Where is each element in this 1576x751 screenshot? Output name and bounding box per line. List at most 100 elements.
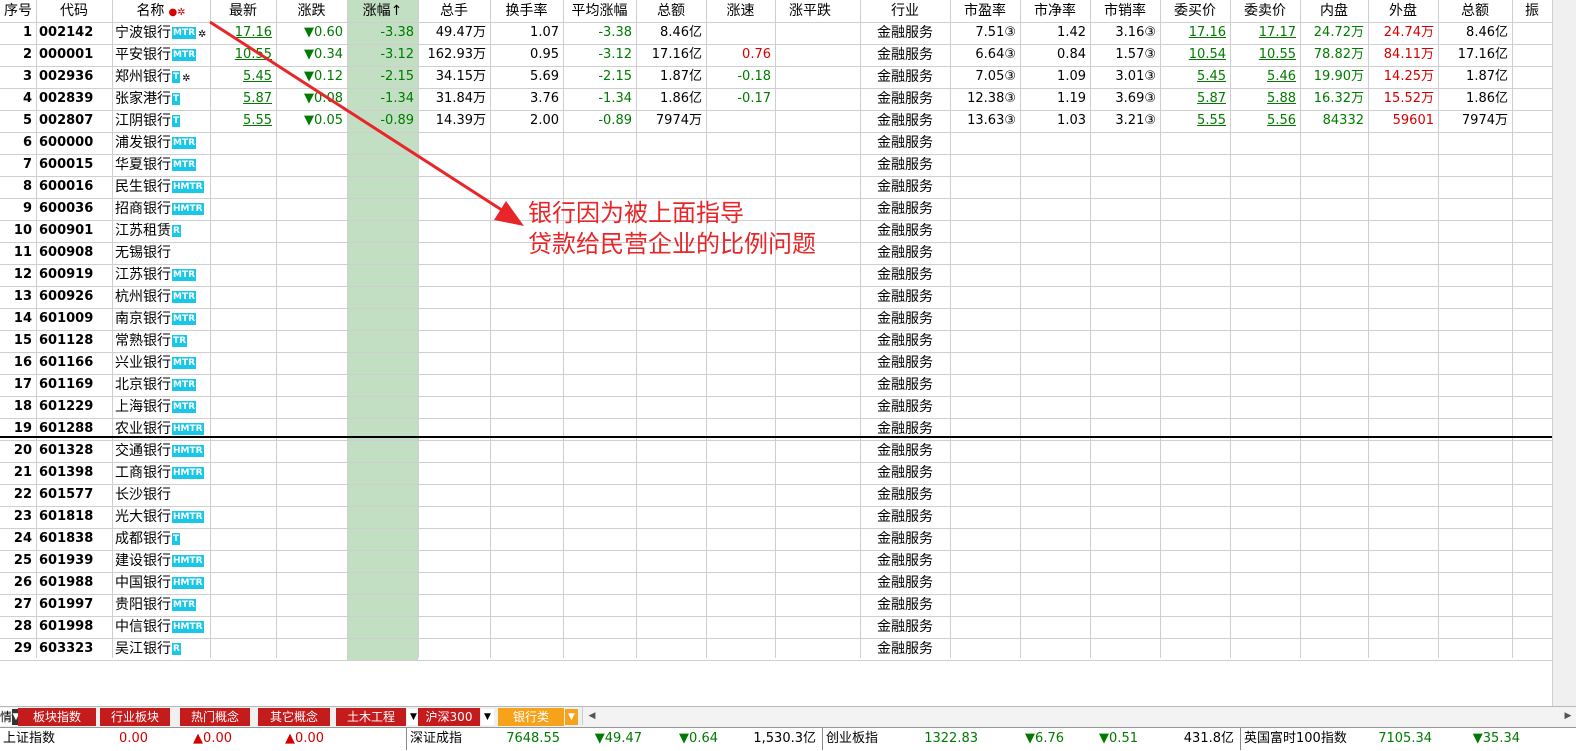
stock-name[interactable]: 中国银行 HMTR bbox=[112, 572, 210, 594]
header-turnover[interactable]: 换手率 bbox=[490, 0, 563, 22]
header-name[interactable]: 名称 ●✲ bbox=[112, 0, 210, 22]
stock-code[interactable]: 601288 bbox=[36, 418, 112, 440]
stock-code[interactable]: 600901 bbox=[36, 220, 112, 242]
stock-name[interactable]: 交通银行 HMTR bbox=[112, 440, 210, 462]
stock-code[interactable]: 601818 bbox=[36, 506, 112, 528]
stock-name[interactable]: 宁波银行 MTR ✲ bbox=[112, 22, 210, 44]
stock-name[interactable]: 吴江银行 R bbox=[112, 638, 210, 660]
header-gap[interactable] bbox=[845, 0, 860, 22]
stock-code[interactable]: 601009 bbox=[36, 308, 112, 330]
stock-name[interactable]: 招商银行 HMTR bbox=[112, 198, 210, 220]
header-amplitude[interactable]: 振 bbox=[1512, 0, 1552, 22]
stock-code[interactable]: 600908 bbox=[36, 242, 112, 264]
header-volume[interactable]: 总手 bbox=[418, 0, 490, 22]
tab-banks-dropdown-icon[interactable]: ▼ bbox=[565, 709, 578, 725]
stock-code[interactable]: 601577 bbox=[36, 484, 112, 506]
header-ask[interactable]: 委卖价 bbox=[1230, 0, 1300, 22]
header-speed[interactable]: 涨速 bbox=[706, 0, 775, 22]
header-avg-pct[interactable]: 平均涨幅 bbox=[563, 0, 636, 22]
tab-hot-concepts[interactable]: 热门概念 bbox=[180, 708, 250, 726]
stock-code[interactable]: 601328 bbox=[36, 440, 112, 462]
header-amount[interactable]: 总额 bbox=[636, 0, 706, 22]
stock-name[interactable]: 南京银行 MTR bbox=[112, 308, 210, 330]
stock-code[interactable]: 601997 bbox=[36, 594, 112, 616]
stock-name[interactable]: 杭州银行 MTR bbox=[112, 286, 210, 308]
stock-name[interactable]: 成都银行 T bbox=[112, 528, 210, 550]
header-pct-sorted[interactable]: 涨幅↑ bbox=[347, 0, 418, 22]
stock-code[interactable]: 600016 bbox=[36, 176, 112, 198]
tab-sector-index[interactable]: 板块指数 bbox=[18, 708, 96, 726]
header-up-flat-down[interactable]: 涨平跌 bbox=[775, 0, 845, 22]
stock-code[interactable]: 601838 bbox=[36, 528, 112, 550]
stock-name[interactable]: 江阴银行 T bbox=[112, 110, 210, 132]
horizontal-scrollbar[interactable]: ◀ ▶ bbox=[582, 707, 1576, 725]
vertical-scrollbar[interactable] bbox=[1552, 0, 1576, 706]
stock-name[interactable]: 上海银行 MTR bbox=[112, 396, 210, 418]
header-bid[interactable]: 委买价 bbox=[1160, 0, 1230, 22]
stock-code[interactable]: 603323 bbox=[36, 638, 112, 660]
scroll-left-icon[interactable]: ◀ bbox=[585, 709, 599, 723]
stock-name[interactable]: 中信银行 HMTR bbox=[112, 616, 210, 638]
stock-code[interactable]: 600000 bbox=[36, 132, 112, 154]
stock-name[interactable]: 长沙银行 bbox=[112, 484, 210, 506]
stock-code[interactable]: 601166 bbox=[36, 352, 112, 374]
stock-name[interactable]: 郑州银行 T ✲ bbox=[112, 66, 210, 88]
stock-name[interactable]: 江苏租赁 R bbox=[112, 220, 210, 242]
tab-csi300[interactable]: 沪深300 bbox=[418, 708, 480, 726]
header-outer[interactable]: 外盘 bbox=[1368, 0, 1438, 22]
row-seq: 26 bbox=[13, 575, 32, 590]
stock-code[interactable]: 600926 bbox=[36, 286, 112, 308]
header-pb[interactable]: 市净率 bbox=[1020, 0, 1090, 22]
header-last[interactable]: 最新 bbox=[210, 0, 276, 22]
stock-code[interactable]: 601398 bbox=[36, 462, 112, 484]
row-seq: 20 bbox=[13, 443, 32, 458]
tab-other-concepts[interactable]: 其它概念 bbox=[258, 708, 330, 726]
stock-code[interactable]: 601988 bbox=[36, 572, 112, 594]
tab-banks[interactable]: 银行类 bbox=[498, 708, 564, 726]
stock-name[interactable]: 民生银行 HMTR bbox=[112, 176, 210, 198]
stock-code[interactable]: 002807 bbox=[36, 110, 112, 132]
stock-name[interactable]: 北京银行 MTR bbox=[112, 374, 210, 396]
stock-code[interactable]: 601128 bbox=[36, 330, 112, 352]
stock-name[interactable]: 贵阳银行 MTR bbox=[112, 594, 210, 616]
stock-code[interactable]: 600036 bbox=[36, 198, 112, 220]
stock-code[interactable]: 002142 bbox=[36, 22, 112, 44]
stock-name[interactable]: 常熟银行 TR bbox=[112, 330, 210, 352]
header-seq[interactable]: 序号 bbox=[0, 0, 36, 22]
stock-code[interactable]: 601939 bbox=[36, 550, 112, 572]
stock-code[interactable]: 601998 bbox=[36, 616, 112, 638]
stock-name[interactable]: 张家港行 T bbox=[112, 88, 210, 110]
stock-code[interactable]: 600919 bbox=[36, 264, 112, 286]
stock-name[interactable]: 农业银行 HMTR bbox=[112, 418, 210, 440]
stock-code[interactable]: 601169 bbox=[36, 374, 112, 396]
stock-name[interactable]: 无锡银行 bbox=[112, 242, 210, 264]
stock-name[interactable]: 江苏银行 MTR bbox=[112, 264, 210, 286]
stock-name[interactable]: 华夏银行 MTR bbox=[112, 154, 210, 176]
header-inner[interactable]: 内盘 bbox=[1300, 0, 1368, 22]
tab-civil-engineering[interactable]: 土木工程 bbox=[336, 708, 406, 726]
stock-name[interactable]: 兴业银行 MTR bbox=[112, 352, 210, 374]
stock-code[interactable]: 000001 bbox=[36, 44, 112, 66]
header-industry[interactable]: 行业 bbox=[860, 0, 950, 22]
stock-name[interactable]: 工商银行 HMTR bbox=[112, 462, 210, 484]
last-price: 5.55 bbox=[243, 113, 272, 128]
header-code[interactable]: 代码 bbox=[36, 0, 112, 22]
stock-name[interactable]: 浦发银行 MTR bbox=[112, 132, 210, 154]
stock-name[interactable]: 建设银行 HMTR bbox=[112, 550, 210, 572]
tab-industry-sector[interactable]: 行业板块 bbox=[100, 708, 170, 726]
stock-grid[interactable]: 序号 代码 名称 ●✲ 最新 涨跌 涨幅↑ 总手 换手率 平均涨幅 总额 涨速 涨平跌 行业 市盈率 市净率 市… bbox=[0, 0, 1553, 661]
stock-code[interactable]: 600015 bbox=[36, 154, 112, 176]
stock-code[interactable]: 002839 bbox=[36, 88, 112, 110]
header-up-flat-down-label: 涨平跌 bbox=[789, 3, 831, 19]
header-change[interactable]: 涨跌 bbox=[276, 0, 347, 22]
tab-other-concepts-label: 其它概念 bbox=[269, 710, 318, 724]
stock-code[interactable]: 002936 bbox=[36, 66, 112, 88]
stock-code[interactable]: 601229 bbox=[36, 396, 112, 418]
stock-name[interactable]: 光大银行 HMTR bbox=[112, 506, 210, 528]
tab-csi300-dropdown-icon[interactable]: ▼ bbox=[481, 709, 494, 725]
header-amount-2[interactable]: 总额 bbox=[1438, 0, 1512, 22]
scroll-right-icon[interactable]: ▶ bbox=[1561, 709, 1575, 723]
header-pe[interactable]: 市盈率 bbox=[950, 0, 1020, 22]
stock-name[interactable]: 平安银行 MTR bbox=[112, 44, 210, 66]
header-ps[interactable]: 市销率 bbox=[1090, 0, 1160, 22]
